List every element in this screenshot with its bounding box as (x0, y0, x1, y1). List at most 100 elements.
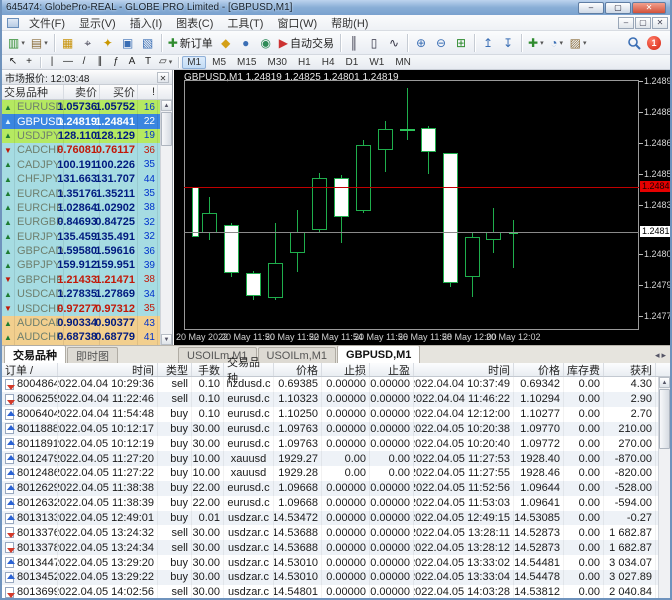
history-header-10[interactable]: 库存费 (564, 363, 604, 376)
periods-button[interactable]: ◔▾ (547, 33, 567, 53)
history-row[interactable]: 80048642022.04.04 10:29:36sell0.10nzdusd… (2, 377, 658, 392)
notification-badge[interactable]: 1 (647, 36, 661, 50)
metaeditor-button[interactable]: ◆ (216, 33, 236, 53)
history-header-5[interactable]: 价格 (274, 363, 322, 376)
channel-tool-button[interactable]: ∥ (92, 56, 108, 69)
data-window-button[interactable]: ⌖ (78, 33, 98, 53)
history-row[interactable]: 80133782022.04.05 13:24:34sell30.00usdza… (2, 540, 658, 555)
symbol-row[interactable]: ▲USDCAD1.278351.2786934 (2, 287, 161, 301)
market-watch-scrollbar[interactable]: ▲ ▼ (160, 100, 172, 345)
history-header-11[interactable]: 获利 (604, 363, 656, 376)
history-header-3[interactable]: 手数 (192, 363, 224, 376)
history-header-4[interactable]: 交易品种 (224, 363, 274, 376)
vertical-line-tool-button[interactable]: | (44, 56, 60, 69)
trendline-tool-button[interactable]: / (76, 56, 92, 69)
symbol-row[interactable]: ▲CADJPY100.191100.22635 (2, 158, 161, 172)
symbol-row[interactable]: ▲EURCAD1.351761.3521135 (2, 186, 161, 200)
scroll-down-icon[interactable]: ▼ (161, 334, 172, 345)
menu-item-2[interactable]: 插入(I) (123, 14, 169, 32)
history-row[interactable]: 80124792022.04.05 11:27:20buy10.00xauusd… (2, 451, 658, 466)
chart-tab-2[interactable]: GBPUSD,M1 (337, 345, 420, 363)
symbol-row[interactable]: ▲AUDCHF0.687380.6877941 (2, 330, 161, 344)
menu-item-3[interactable]: 图表(C) (169, 14, 220, 32)
symbol-row[interactable]: ▲EURCHF1.028641.0290238 (2, 201, 161, 215)
auto-arrange-button[interactable]: ↥ (478, 33, 498, 53)
history-row[interactable]: 80133762022.04.05 13:24:32sell30.00usdza… (2, 525, 658, 540)
menu-item-0[interactable]: 文件(F) (22, 14, 72, 32)
zoom-out-button[interactable]: ⊖ (431, 33, 451, 53)
history-row[interactable]: 80118882022.04.05 10:12:17buy30.00eurusd… (2, 422, 658, 437)
symbol-row[interactable]: ▲AUDCAD0.903340.9037743 (2, 316, 161, 330)
candlestick-mode-button[interactable]: ▯ (364, 33, 384, 53)
symbol-row[interactable]: ▲GBPUSD1.248191.2484122 (2, 114, 161, 128)
terminal-button[interactable]: ▣ (118, 33, 138, 53)
history-header-0[interactable]: 订单 / (2, 363, 58, 376)
mql5-website-button[interactable]: ◉ (256, 33, 276, 53)
new-order-button[interactable]: ✚新订单 (165, 33, 216, 53)
child-restore-button[interactable]: ▢ (635, 17, 651, 29)
history-header-7[interactable]: 止盈 (370, 363, 414, 376)
horizontal-line-tool-button[interactable]: — (60, 56, 76, 69)
market-watch-tab-0[interactable]: 交易品种 (4, 345, 66, 363)
timeframe-h4-button[interactable]: H4 (317, 56, 340, 69)
tile-windows-button[interactable]: ⊞ (451, 33, 471, 53)
indicators-button[interactable]: ✚▾ (525, 33, 547, 53)
symbol-row[interactable]: ▲CHFJPY131.663131.70744 (2, 172, 161, 186)
crosshair-tool-button[interactable]: + (21, 56, 37, 69)
history-header-8[interactable]: 时间 (414, 363, 514, 376)
cursor-tool-button[interactable]: ↖ (5, 56, 21, 69)
profiles-button[interactable]: ▤▾ (28, 33, 51, 53)
history-scrollbar[interactable]: ▲ (658, 377, 670, 600)
history-row[interactable]: 80124862022.04.05 11:27:22buy10.00xauusd… (2, 466, 658, 481)
symbol-row[interactable]: ▲EURJPY135.459135.49132 (2, 230, 161, 244)
history-header-2[interactable]: 类型 (158, 363, 192, 376)
history-scroll-up-icon[interactable]: ▲ (659, 377, 670, 388)
bar-chart-mode-button[interactable]: ║ (344, 33, 364, 53)
tabs-scroll-right-icon[interactable]: ▸ (661, 350, 666, 361)
history-header-6[interactable]: 止损 (322, 363, 370, 376)
search-icon[interactable] (627, 36, 641, 50)
menu-item-5[interactable]: 窗口(W) (270, 14, 324, 32)
symbol-row[interactable]: ▼CADCHF0.760810.7611736 (2, 143, 161, 157)
menu-item-4[interactable]: 工具(T) (220, 14, 270, 32)
autotrading-button[interactable]: ▶自动交易 (276, 33, 337, 53)
menu-item-1[interactable]: 显示(V) (72, 14, 123, 32)
history-row[interactable]: 80136992022.04.05 14:02:56sell30.00usdza… (2, 585, 658, 600)
history-row[interactable]: 80062592022.04.04 11:22:46sell0.10eurusd… (2, 392, 658, 407)
community-button[interactable]: ● (236, 33, 256, 53)
child-minimize-button[interactable]: – (618, 17, 634, 29)
history-row[interactable]: 80118912022.04.05 10:12:19buy30.00eurusd… (2, 436, 658, 451)
history-row[interactable]: 80126322022.04.05 11:38:39buy22.00eurusd… (2, 496, 658, 511)
symbol-row[interactable]: ▲USDJPY128.110128.12919 (2, 129, 161, 143)
market-watch-button[interactable]: ▦ (58, 33, 78, 53)
navigator-button[interactable]: ✦ (98, 33, 118, 53)
symbol-row[interactable]: ▼GBPCHF1.214331.2147138 (2, 273, 161, 287)
scrollbar-thumb[interactable] (161, 112, 172, 146)
history-header-9[interactable]: 价格 (514, 363, 564, 376)
market-watch-tab-1[interactable]: 即时图 (67, 347, 118, 363)
chart-area[interactable]: GBPUSD,M1 1.24819 1.24825 1.24801 1.2481… (174, 70, 672, 345)
maximize-button[interactable]: ▢ (605, 2, 631, 14)
timeframe-m30-button[interactable]: M30 (262, 56, 291, 69)
child-close-button[interactable]: ✕ (652, 17, 668, 29)
timeframe-m15-button[interactable]: M15 (232, 56, 261, 69)
line-chart-mode-button[interactable]: ∿ (384, 33, 404, 53)
menu-item-6[interactable]: 帮助(H) (324, 14, 375, 32)
scroll-up-icon[interactable]: ▲ (161, 100, 172, 111)
new-chart-button[interactable]: ▥▾ (5, 33, 28, 53)
timeframe-w1-button[interactable]: W1 (364, 56, 389, 69)
timeframe-m1-button[interactable]: M1 (182, 56, 206, 69)
history-scrollbar-thumb[interactable] (659, 389, 670, 449)
templates-button[interactable]: ▨▾ (567, 33, 590, 53)
history-row[interactable]: 80134472022.04.05 13:29:20buy30.00usdzar… (2, 555, 658, 570)
shapes-tool-button[interactable]: ▱▾ (156, 56, 175, 69)
history-row[interactable]: 80134522022.04.05 13:29:22buy30.00usdzar… (2, 570, 658, 585)
timeframe-h1-button[interactable]: H1 (293, 56, 316, 69)
tabs-scroll-left-icon[interactable]: ◂ (655, 350, 660, 361)
strategy-tester-button[interactable]: ▧ (138, 33, 158, 53)
fibonacci-tool-button[interactable]: ƒ (108, 56, 124, 69)
close-button[interactable]: ✕ (632, 2, 666, 14)
symbol-row[interactable]: ▼USDCHF0.972770.9731235 (2, 301, 161, 315)
history-row[interactable]: 80131332022.04.05 12:49:01buy0.01usdzar.… (2, 511, 658, 526)
symbol-row[interactable]: ▲EURGBP0.846930.8472532 (2, 215, 161, 229)
